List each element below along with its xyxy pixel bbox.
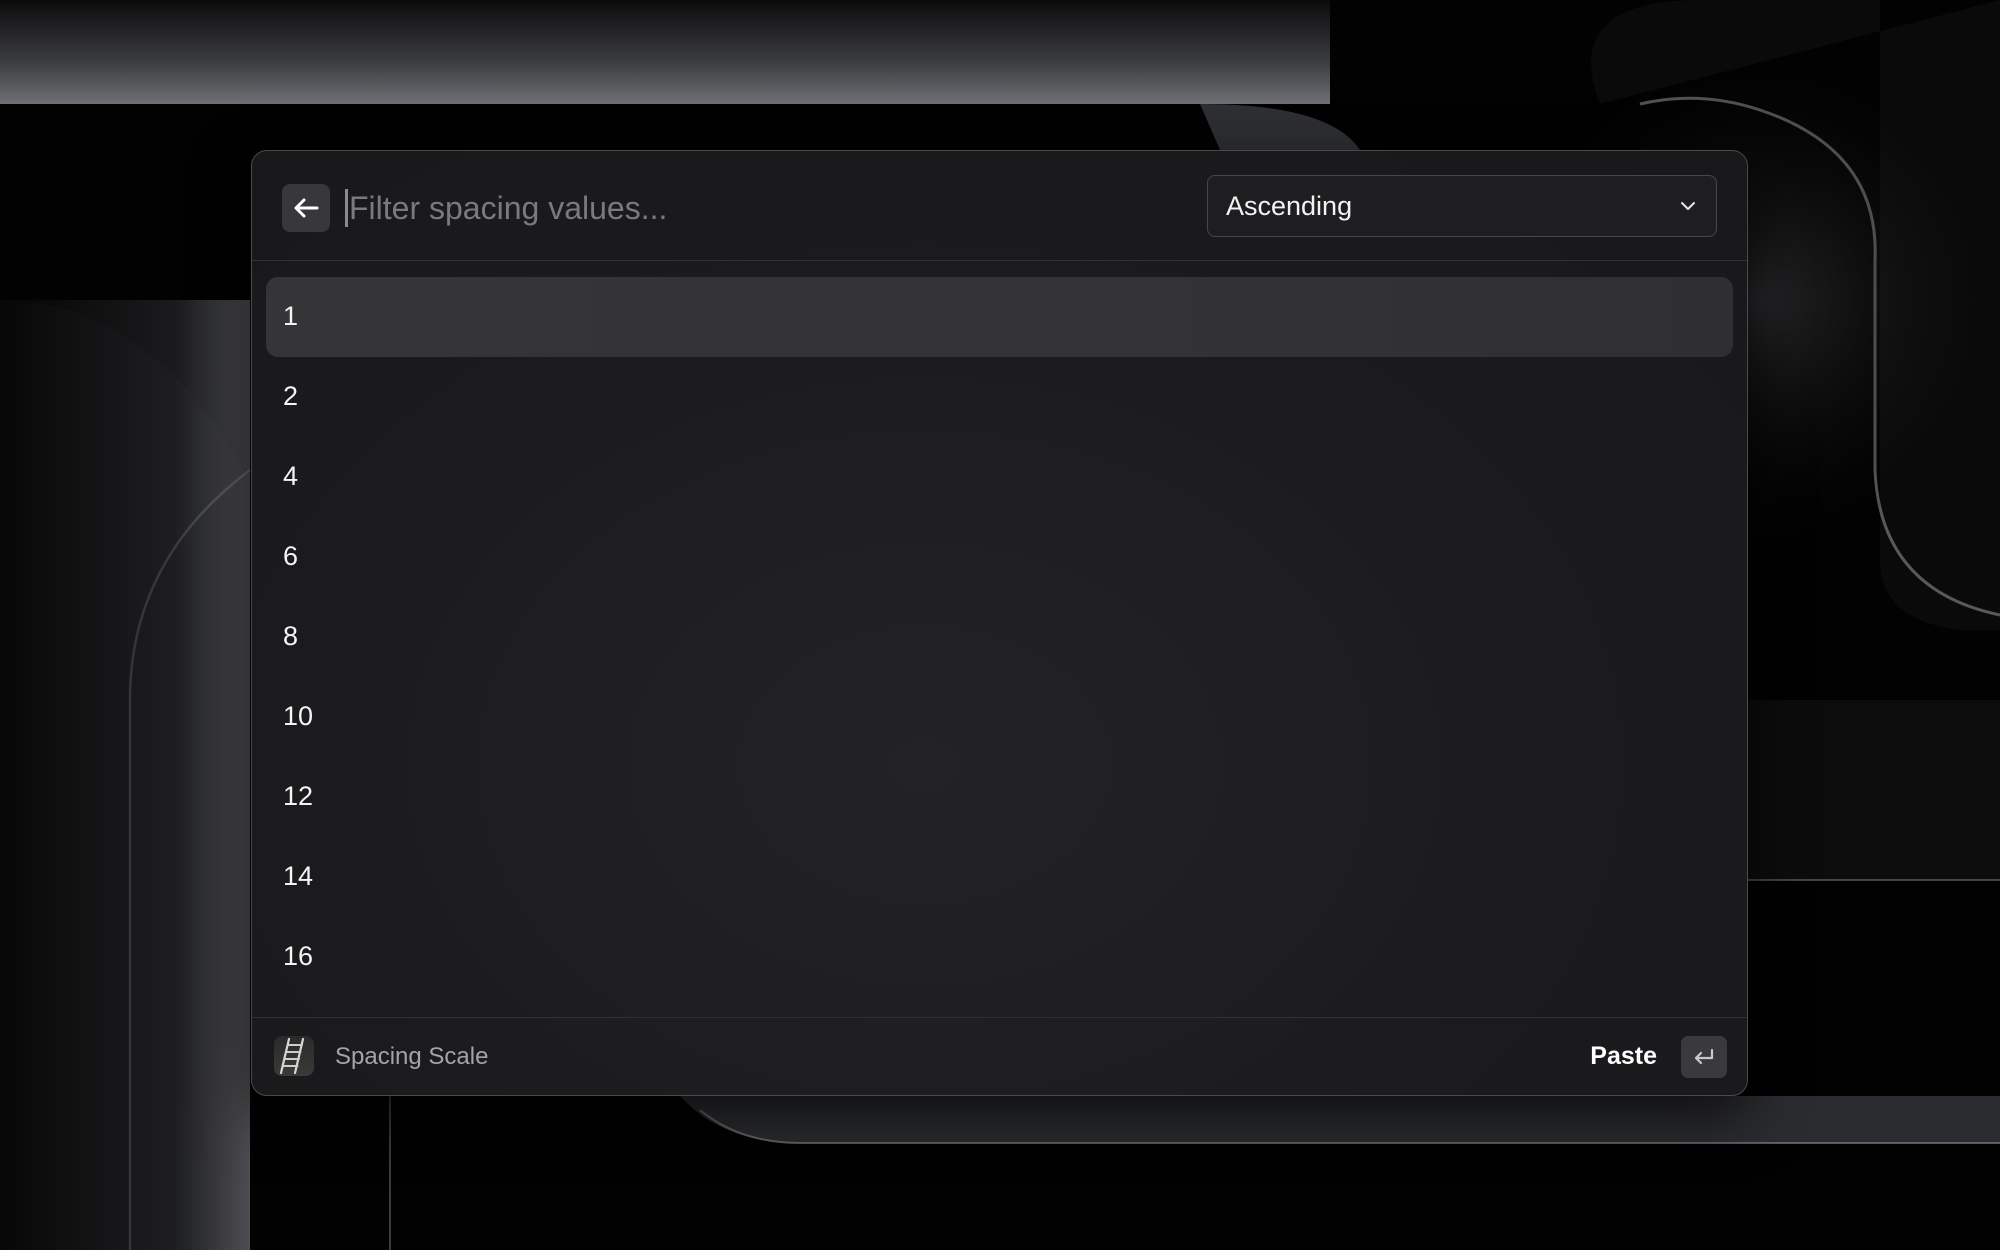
list-item-value: 12 xyxy=(283,781,314,811)
command-palette-window: Ascending 1 2 4 6 8 10 12 14 xyxy=(251,150,1748,1096)
paste-action-button[interactable]: Paste xyxy=(1590,1042,1657,1071)
list-item-value: 4 xyxy=(283,461,299,491)
extension-title: Spacing Scale xyxy=(335,1043,489,1070)
sort-order-value: Ascending xyxy=(1226,191,1353,221)
text-caret xyxy=(345,189,348,227)
search-input[interactable] xyxy=(349,181,1149,235)
ladder-icon xyxy=(279,1037,305,1075)
enter-shortcut-key[interactable] xyxy=(1681,1036,1727,1078)
list-item-value: 6 xyxy=(283,541,299,571)
list-item-value: 2 xyxy=(283,381,299,411)
search-header: Ascending xyxy=(252,151,1747,261)
list-item[interactable]: 10 xyxy=(266,677,1733,757)
action-bar: Spacing Scale Paste xyxy=(252,1017,1747,1095)
list-item[interactable]: 1 xyxy=(266,277,1733,357)
arrow-left-icon xyxy=(294,198,319,218)
list-item[interactable]: 8 xyxy=(266,597,1733,677)
list-item[interactable]: 6 xyxy=(266,517,1733,597)
list-item-value: 10 xyxy=(283,701,314,731)
list-item-value: 16 xyxy=(283,941,314,971)
list-item[interactable]: 16 xyxy=(266,917,1733,997)
chevron-down-icon xyxy=(1681,202,1695,210)
enter-key-icon xyxy=(1694,1048,1714,1065)
list-item[interactable]: 2 xyxy=(266,357,1733,437)
back-button[interactable] xyxy=(282,184,330,232)
spacing-values-list: 1 2 4 6 8 10 12 14 16 xyxy=(266,277,1733,997)
list-item-value: 8 xyxy=(283,621,299,651)
extension-icon xyxy=(274,1036,314,1076)
list-item-value: 1 xyxy=(283,301,299,331)
list-item[interactable]: 12 xyxy=(266,757,1733,837)
list-item[interactable]: 14 xyxy=(266,837,1733,917)
list-item-value: 14 xyxy=(283,861,314,891)
sort-order-dropdown[interactable]: Ascending xyxy=(1207,175,1717,237)
list-item[interactable]: 4 xyxy=(266,437,1733,517)
